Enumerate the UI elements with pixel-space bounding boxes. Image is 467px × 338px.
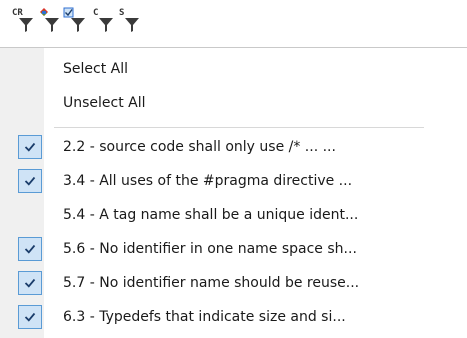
svg-text:CR: CR bbox=[12, 8, 23, 18]
checkmark-icon bbox=[18, 169, 42, 193]
rule-item-label: 2.2 - source code shall only use /* ... … bbox=[63, 139, 336, 155]
svg-text:C: C bbox=[93, 8, 98, 18]
rule-item-6-3[interactable]: 6.3 - Typedefs that indicate size and si… bbox=[0, 302, 467, 332]
checkmark-icon bbox=[18, 271, 42, 295]
checkmark-icon bbox=[18, 135, 42, 159]
menu-separator bbox=[54, 127, 424, 128]
rule-item-label: 3.4 - All uses of the #pragma directive … bbox=[63, 173, 353, 189]
rule-item-label: 6.3 - Typedefs that indicate size and si… bbox=[63, 309, 346, 325]
unselect-all-label: Unselect All bbox=[63, 95, 146, 111]
filter-color-icon[interactable] bbox=[36, 6, 62, 36]
rule-item-5-4[interactable]: 5.4 - A tag name shall be a unique ident… bbox=[0, 200, 467, 230]
filter-dropdown-menu: Select All Unselect All 2.2 - source cod… bbox=[0, 47, 467, 338]
rule-item-5-6[interactable]: 5.6 - No identifier in one name space sh… bbox=[0, 234, 467, 264]
select-all-item[interactable]: Select All bbox=[0, 54, 467, 84]
svg-text:S: S bbox=[119, 8, 124, 18]
rule-item-label: 5.6 - No identifier in one name space sh… bbox=[63, 241, 357, 257]
rule-item-2-2[interactable]: 2.2 - source code shall only use /* ... … bbox=[0, 132, 467, 162]
filter-checked-icon[interactable] bbox=[62, 6, 88, 36]
rule-item-5-7[interactable]: 5.7 - No identifier name should be reuse… bbox=[0, 268, 467, 298]
rule-item-label: 5.4 - A tag name shall be a unique ident… bbox=[63, 207, 359, 223]
unselect-all-item[interactable]: Unselect All bbox=[0, 88, 467, 118]
rule-item-3-4[interactable]: 3.4 - All uses of the #pragma directive … bbox=[0, 166, 467, 196]
filter-cr-icon[interactable]: CR bbox=[10, 6, 36, 36]
rule-item-label: 5.7 - No identifier name should be reuse… bbox=[63, 275, 360, 291]
filter-c-icon[interactable]: C bbox=[90, 6, 116, 36]
checkmark-icon bbox=[18, 237, 42, 261]
checkmark-icon bbox=[18, 305, 42, 329]
select-all-label: Select All bbox=[63, 61, 128, 77]
filter-toolbar: CR C S bbox=[0, 0, 467, 44]
filter-s-icon[interactable]: S bbox=[116, 6, 142, 36]
